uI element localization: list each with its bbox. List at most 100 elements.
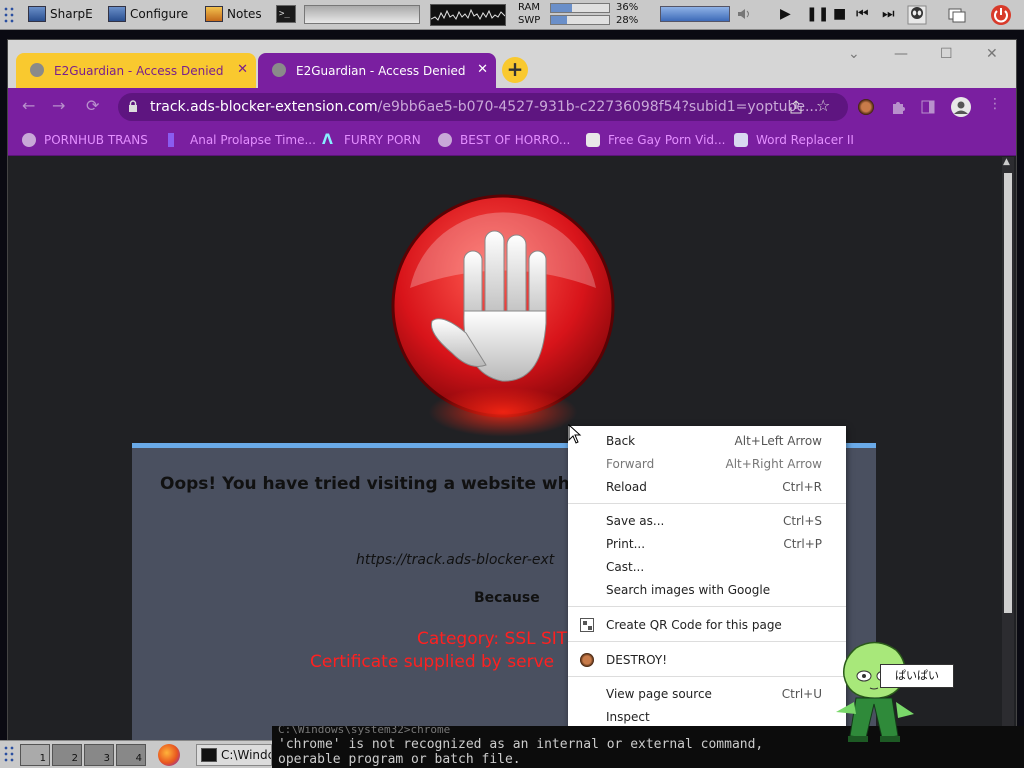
peridot-mascot [836, 641, 914, 742]
menu-shortcut: Ctrl+R [782, 480, 822, 494]
menu-icon[interactable]: ⋮ [988, 96, 1002, 112]
workspace-4[interactable]: 4 [116, 744, 146, 766]
star-icon[interactable]: ☆ [816, 96, 830, 115]
reload-icon[interactable]: ⟳ [86, 96, 99, 115]
stop-icon[interactable]: ■ [833, 6, 846, 22]
power-icon[interactable] [990, 4, 1012, 26]
terminal-icon [201, 748, 217, 762]
profile-icon[interactable] [950, 96, 972, 118]
extension-avatar-icon[interactable] [858, 99, 874, 115]
workspace-1[interactable]: 1 [20, 744, 50, 766]
windows-icon[interactable] [946, 4, 968, 26]
firefox-icon[interactable] [158, 744, 180, 766]
menu-item-destroy[interactable]: DESTROY! [568, 649, 846, 672]
menu-item-view-source[interactable]: View page source Ctrl+U [568, 683, 846, 706]
menu-label: View page source [606, 687, 712, 701]
taskbar-cmd-window[interactable]: C:\Windc [196, 744, 272, 766]
close-icon[interactable]: ✕ [237, 62, 248, 77]
stop-hand-icon [391, 194, 615, 418]
close-icon[interactable]: ✕ [477, 62, 488, 77]
bookmark-label: Anal Prolapse Time... [190, 133, 316, 147]
puzzle-icon[interactable] [890, 99, 906, 115]
bookmark-item[interactable]: Free Gay Porn Vid... [586, 133, 725, 147]
swp-fill [551, 16, 568, 24]
menu-item-qr-code[interactable]: Create QR Code for this page [568, 614, 846, 637]
monitor-icon [108, 6, 126, 22]
destroy-avatar-icon [580, 653, 594, 667]
minimize-icon[interactable]: — [894, 46, 908, 62]
launcher-notes[interactable]: Notes [205, 4, 262, 24]
next-icon[interactable]: ⏭ [882, 6, 895, 22]
chevron-down-icon[interactable]: ⌄ [848, 46, 860, 62]
bookmark-label: Free Gay Porn Vid... [608, 133, 726, 147]
maximize-icon[interactable]: ☐ [940, 46, 953, 62]
menu-item-save-as[interactable]: Save as... Ctrl+S [568, 510, 846, 533]
bookmark-label: FURRY PORN [344, 133, 421, 147]
globe-icon [272, 63, 286, 77]
word-replacer-icon [734, 133, 748, 147]
bookmarks-bar: PORNHUB TRANS Anal Prolapse Time... Λ FUR… [8, 126, 1016, 156]
ram-bar [550, 3, 610, 13]
launcher-label: Notes [227, 7, 262, 21]
alien-icon[interactable] [906, 4, 928, 26]
play-icon[interactable]: ▶ [780, 6, 791, 22]
lambda-icon: Λ [322, 132, 333, 148]
back-arrow-icon[interactable]: ← [22, 96, 35, 115]
workspace-number: 1 [39, 753, 46, 764]
close-window-icon[interactable]: ✕ [986, 46, 998, 62]
launcher-configure[interactable]: Configure [108, 4, 188, 24]
menu-separator [568, 641, 846, 642]
menu-item-print[interactable]: Print... Ctrl+P [568, 533, 846, 556]
menu-shortcut: Ctrl+U [781, 687, 822, 701]
app-grid-icon[interactable] [3, 6, 15, 24]
panel-text-field[interactable] [304, 5, 420, 24]
bookmark-label: BEST OF HORRO... [460, 133, 571, 147]
blocked-title: Oops! You have tried visiting a website … [160, 474, 616, 494]
ram-label: RAM [518, 2, 541, 13]
bookmark-item[interactable]: BEST OF HORRO... [438, 133, 570, 147]
workspace-2[interactable]: 2 [52, 744, 82, 766]
browser-toolbar: ← → ⟳ track.ads-blocker-extension.com/e9… [8, 88, 1016, 126]
menu-label: Save as... [606, 514, 665, 528]
pause-icon[interactable]: ❚❚ [806, 6, 829, 22]
app-grid-icon[interactable] [3, 745, 15, 763]
menu-item-reload[interactable]: Reload Ctrl+R [568, 476, 846, 499]
because-label: Because [474, 590, 540, 606]
scroll-up-icon[interactable]: ▲ [1003, 157, 1010, 167]
forward-arrow-icon[interactable]: → [52, 96, 65, 115]
scrollbar[interactable]: ▲ ▼ [1002, 157, 1014, 740]
menu-separator [568, 676, 846, 677]
workspace-3[interactable]: 3 [84, 744, 114, 766]
globe-icon [22, 133, 36, 147]
scrollbar-thumb[interactable] [1004, 173, 1012, 613]
menu-item-forward[interactable]: Forward Alt+Right Arrow [568, 453, 846, 476]
bookmark-item[interactable]: PORNHUB TRANS [22, 133, 148, 147]
url-text: track.ads-blocker-extension.com/e9bb6ae5… [150, 99, 818, 115]
menu-label: Reload [606, 480, 647, 494]
menu-item-cast[interactable]: Cast... [568, 556, 846, 579]
bookmark-item[interactable]: Λ FURRY PORN [322, 133, 421, 147]
previous-icon[interactable]: ⏮ [856, 6, 869, 22]
speech-bubble: ぱいぱい [880, 664, 954, 688]
tab-active[interactable]: E2Guardian - Access Denied ✕ [258, 53, 496, 88]
share-icon[interactable] [788, 99, 804, 115]
terminal-icon[interactable]: >_ [276, 5, 296, 23]
lock-icon[interactable] [128, 100, 138, 112]
bookmark-item[interactable]: Word Replacer II [734, 133, 854, 147]
certificate-text: Certificate supplied by serve [310, 652, 555, 672]
menu-shortcut: Alt+Right Arrow [725, 457, 822, 471]
new-tab-button[interactable]: + [502, 57, 528, 83]
speaker-icon[interactable] [736, 6, 752, 22]
volume-slider[interactable] [660, 6, 730, 22]
address-bar[interactable]: track.ads-blocker-extension.com/e9bb6ae5… [118, 93, 848, 121]
launcher-sharpe[interactable]: SharpE [28, 4, 93, 24]
sidebar-icon[interactable] [920, 99, 936, 115]
tab-inactive[interactable]: E2Guardian - Access Denied ✕ [16, 53, 256, 88]
bookmark-item[interactable]: Anal Prolapse Time... [168, 133, 316, 147]
menu-item-back[interactable]: Back Alt+Left Arrow [568, 430, 846, 453]
menu-item-search-images[interactable]: Search images with Google [568, 579, 846, 602]
tab-title: E2Guardian - Access Denied [296, 63, 466, 78]
play-icon [168, 133, 182, 147]
url-path: /e9bb6ae5-b070-4527-931b-c22736098f54?su… [377, 99, 819, 115]
menu-label: DESTROY! [606, 653, 668, 667]
